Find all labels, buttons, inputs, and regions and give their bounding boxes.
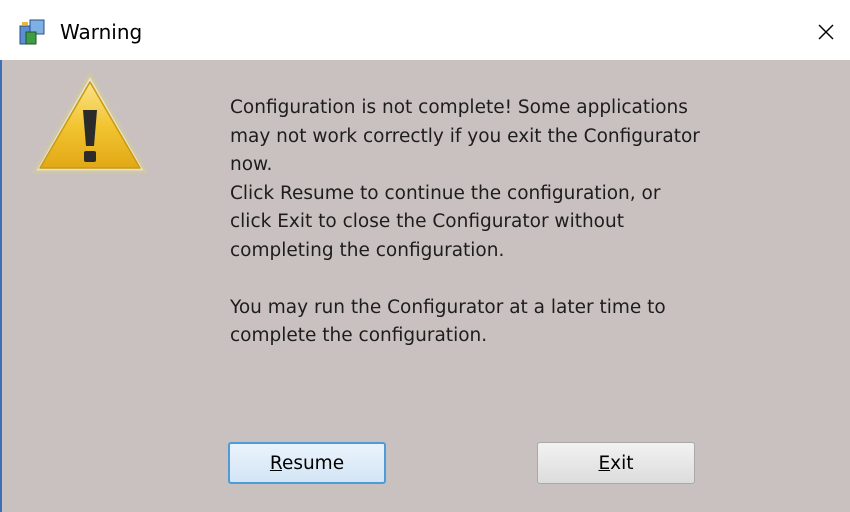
exit-button[interactable]: Exit <box>537 442 695 484</box>
message-line: completing the configuration. <box>230 239 505 261</box>
message-line: Configuration is not complete! Some appl… <box>230 97 688 118</box>
close-icon <box>816 22 836 46</box>
warning-dialog-window: Warning Configuration is not complete! S… <box>0 0 850 512</box>
resume-label: Resume <box>270 453 344 474</box>
resume-button[interactable]: Resume <box>228 442 386 484</box>
warning-icon <box>28 68 152 180</box>
message-line: click Exit to close the Configurator wit… <box>230 211 624 232</box>
dialog-body: Configuration is not complete! Some appl… <box>2 60 850 512</box>
message-line: You may run the Configurator at a later … <box>230 296 666 318</box>
window-title: Warning <box>60 20 143 44</box>
message-line: complete the configuration. <box>230 325 488 346</box>
title-bar[interactable]: Warning <box>0 0 850 60</box>
message-line: now. <box>230 154 273 175</box>
dialog-message: Configuration is not complete! Some appl… <box>230 94 790 351</box>
message-line: may not work correctly if you exit the C… <box>230 125 700 147</box>
resume-mnemonic: R <box>269 452 282 474</box>
exit-mnemonic: E <box>598 452 611 474</box>
exit-label-rest: xit <box>610 452 634 474</box>
configurator-app-icon <box>18 18 48 48</box>
resume-label-rest: esume <box>281 452 345 474</box>
close-button[interactable] <box>806 14 846 54</box>
message-line: Click Resume to continue the configurati… <box>230 182 661 204</box>
exit-label: Exit <box>598 453 633 474</box>
